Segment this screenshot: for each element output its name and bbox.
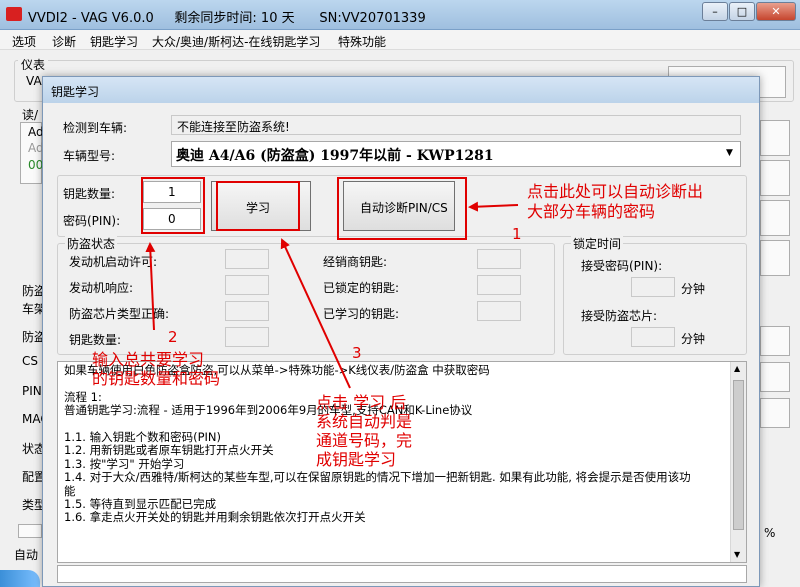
- arrow-1: [468, 201, 519, 212]
- arrow-2: [145, 242, 156, 331]
- arrow-3: [280, 238, 351, 389]
- annotation-arrows: [145, 201, 519, 389]
